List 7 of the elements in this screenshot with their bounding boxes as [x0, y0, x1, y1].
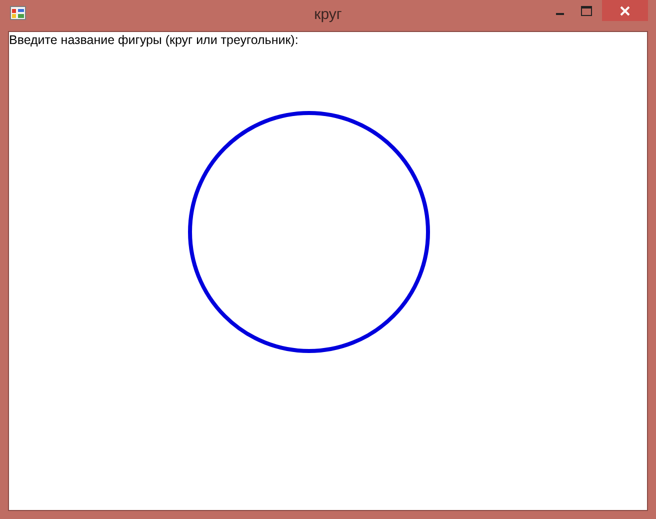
minimize-icon	[556, 12, 564, 14]
prompt-label: Введите название фигуры (круг или треугольник):	[9, 33, 298, 47]
close-icon	[620, 6, 630, 16]
maximize-icon	[581, 6, 592, 16]
app-icon	[10, 6, 26, 20]
close-button[interactable]	[602, 0, 648, 21]
window-title: круг	[314, 6, 342, 23]
